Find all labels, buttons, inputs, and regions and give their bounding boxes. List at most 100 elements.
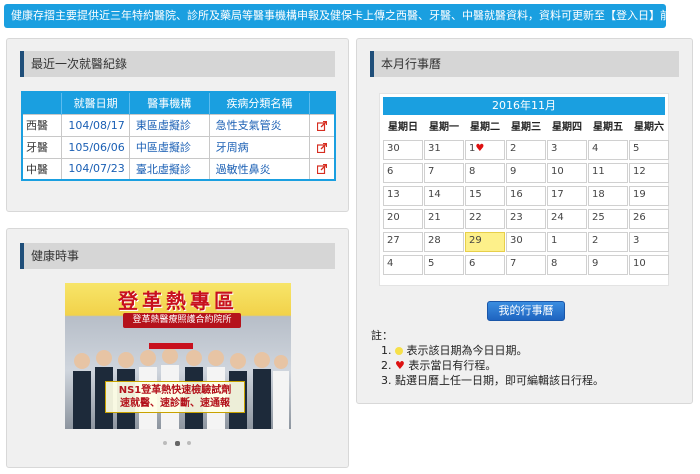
calendar-day-number: 3 [633,235,640,246]
calendar-day[interactable]: 18 [588,186,628,206]
recent-visits-panel: 最近一次就醫紀錄 就醫日期 醫事機構 疾病分類名稱 西醫 104/08/17 東區虛… [6,38,349,212]
health-news-panel: 健康時事 登革熱專區 登革熱醫療照護合約院所 NS1登革熱快速檢驗試劑 速就醫、… [6,228,349,468]
yellow-dot-icon [395,347,403,355]
calendar-day[interactable]: 21 [424,209,464,229]
calendar-day[interactable]: 30 [506,232,546,252]
calendar-day[interactable]: 24 [547,209,587,229]
heart-icon: ♥ [395,359,405,372]
table-row: 牙醫 105/06/06 中區虛擬診 牙周病 [22,135,336,158]
table-row: 西醫 104/08/17 東區虛擬診 急性支氣管炎 [22,113,336,136]
cell-date: 104/08/17 [61,113,130,136]
calendar-day[interactable]: 10 [629,255,669,275]
calendar-day[interactable]: 30 [383,140,423,160]
calendar-day[interactable]: 4 [383,255,423,275]
calendar-day-number: 31 [428,143,441,154]
calendar-day[interactable]: 8 [465,163,505,183]
calendar-day-number: 23 [510,212,523,223]
recent-visits-table: 就醫日期 醫事機構 疾病分類名稱 西醫 104/08/17 東區虛擬診 急性支氣管炎牙… [21,91,336,181]
calendar-day[interactable]: 27 [383,232,423,252]
table-header-row: 就醫日期 醫事機構 疾病分類名稱 [22,92,336,114]
note-item-2: 2. ♥ 表示當日有行程。 [381,359,497,372]
calendar-weekday: 星期一 [429,122,459,133]
calendar-weekday: 星期四 [552,122,582,133]
calendar-day[interactable]: 4 [588,140,628,160]
calendar-day[interactable]: 7 [506,255,546,275]
calendar-day[interactable]: 16 [506,186,546,206]
calendar-day[interactable]: 3 [547,140,587,160]
calendar-day[interactable]: 9 [588,255,628,275]
calendar-day-number: 4 [592,143,599,154]
calendar-day[interactable]: 23 [506,209,546,229]
calendar-day-number: 30 [510,235,523,246]
calendar-day-number: 6 [387,166,394,177]
calendar-day[interactable]: 14 [424,186,464,206]
calendar-day-number: 5 [633,143,640,154]
calendar-day-number: 21 [428,212,441,223]
note-item-3: 3. 點選日曆上任一日期，即可編輯該日行程。 [381,374,604,387]
cell-link[interactable] [309,135,336,158]
calendar-day[interactable]: 5 [629,140,669,160]
calendar-day[interactable]: 28 [424,232,464,252]
calendar-day[interactable]: 20 [383,209,423,229]
calendar-day[interactable]: 2 [588,232,628,252]
calendar-day[interactable]: 25 [588,209,628,229]
table-row: 中醫 104/07/23 臺北虛擬診 過敏性鼻炎 [22,157,336,180]
calendar-day[interactable]: 10 [547,163,587,183]
calendar-day[interactable]: 6 [465,255,505,275]
panel-title-health-news: 健康時事 [20,243,335,269]
carousel-dot[interactable] [163,441,167,445]
calendar-day[interactable]: 31 [424,140,464,160]
calendar-day[interactable]: 19 [629,186,669,206]
calendar-day-number: 13 [387,189,400,200]
calendar-day[interactable]: 6 [383,163,423,183]
calendar-day[interactable]: 17 [547,186,587,206]
calendar-day[interactable]: 15 [465,186,505,206]
cell-org: 東區虛擬診 [129,113,210,136]
news-banner-image[interactable]: 登革熱專區 登革熱醫療照護合約院所 NS1登革熱快速檢驗試劑 速就醫、速診斷、速… [65,283,291,429]
panel-title-recent-visits: 最近一次就醫紀錄 [20,51,335,77]
calendar-weekday: 星期六 [634,122,664,133]
panel-title-calendar: 本月行事曆 [370,51,679,77]
calendar-day[interactable]: 12 [629,163,669,183]
calendar-day-number: 7 [428,166,435,177]
notes-list: 1. 表示該日期為今日日期。 2. ♥ 表示當日有行程。 3. 點選日曆上任一日… [381,343,604,388]
carousel-dot[interactable] [187,441,191,445]
calendar-day[interactable]: 26 [629,209,669,229]
calendar-day[interactable]: 1♥ [465,140,505,160]
calendar-day-number: 19 [633,189,646,200]
calendar-day[interactable]: 13 [383,186,423,206]
external-link-icon[interactable] [316,164,327,175]
calendar-day-number: 22 [469,212,482,223]
external-link-icon[interactable] [316,142,327,153]
cell-org: 中區虛擬診 [129,135,210,158]
cell-disease: 過敏性鼻炎 [209,157,311,180]
cell-date: 105/06/06 [61,135,130,158]
calendar-day-number: 29 [469,235,482,246]
info-notice-bar: 健康存摺主要提供近三年特約醫院、診所及藥局等醫事機構申報及健保卡上傳之西醫、牙醫… [4,4,666,28]
calendar-day[interactable]: 29 [465,232,505,252]
calendar-day-number: 24 [551,212,564,223]
calendar-day[interactable]: 3 [629,232,669,252]
calendar-day[interactable]: 11 [588,163,628,183]
cell-link[interactable] [309,113,336,136]
calendar-day[interactable]: 8 [547,255,587,275]
banner-caption-line1: NS1登革熱快速檢驗試劑 [118,385,232,396]
calendar-day[interactable]: 1 [547,232,587,252]
calendar-day-number: 27 [387,235,400,246]
my-calendar-button[interactable]: 我的行事曆 [487,301,565,321]
calendar-day-number: 12 [633,166,646,177]
carousel-dot[interactable] [175,441,180,446]
cell-link[interactable] [309,157,336,180]
note-text-2: 表示當日有行程。 [408,359,497,372]
calendar-day[interactable]: 22 [465,209,505,229]
banner-subline: 登革熱醫療照護合約院所 [123,313,241,328]
calendar-day-number: 10 [633,258,646,269]
calendar-day[interactable]: 7 [424,163,464,183]
cell-kind: 牙醫 [22,135,63,158]
calendar-day[interactable]: 9 [506,163,546,183]
calendar-day-number: 3 [551,143,558,154]
external-link-icon[interactable] [316,120,327,131]
calendar-day-number: 14 [428,189,441,200]
calendar-day[interactable]: 2 [506,140,546,160]
calendar-day[interactable]: 5 [424,255,464,275]
